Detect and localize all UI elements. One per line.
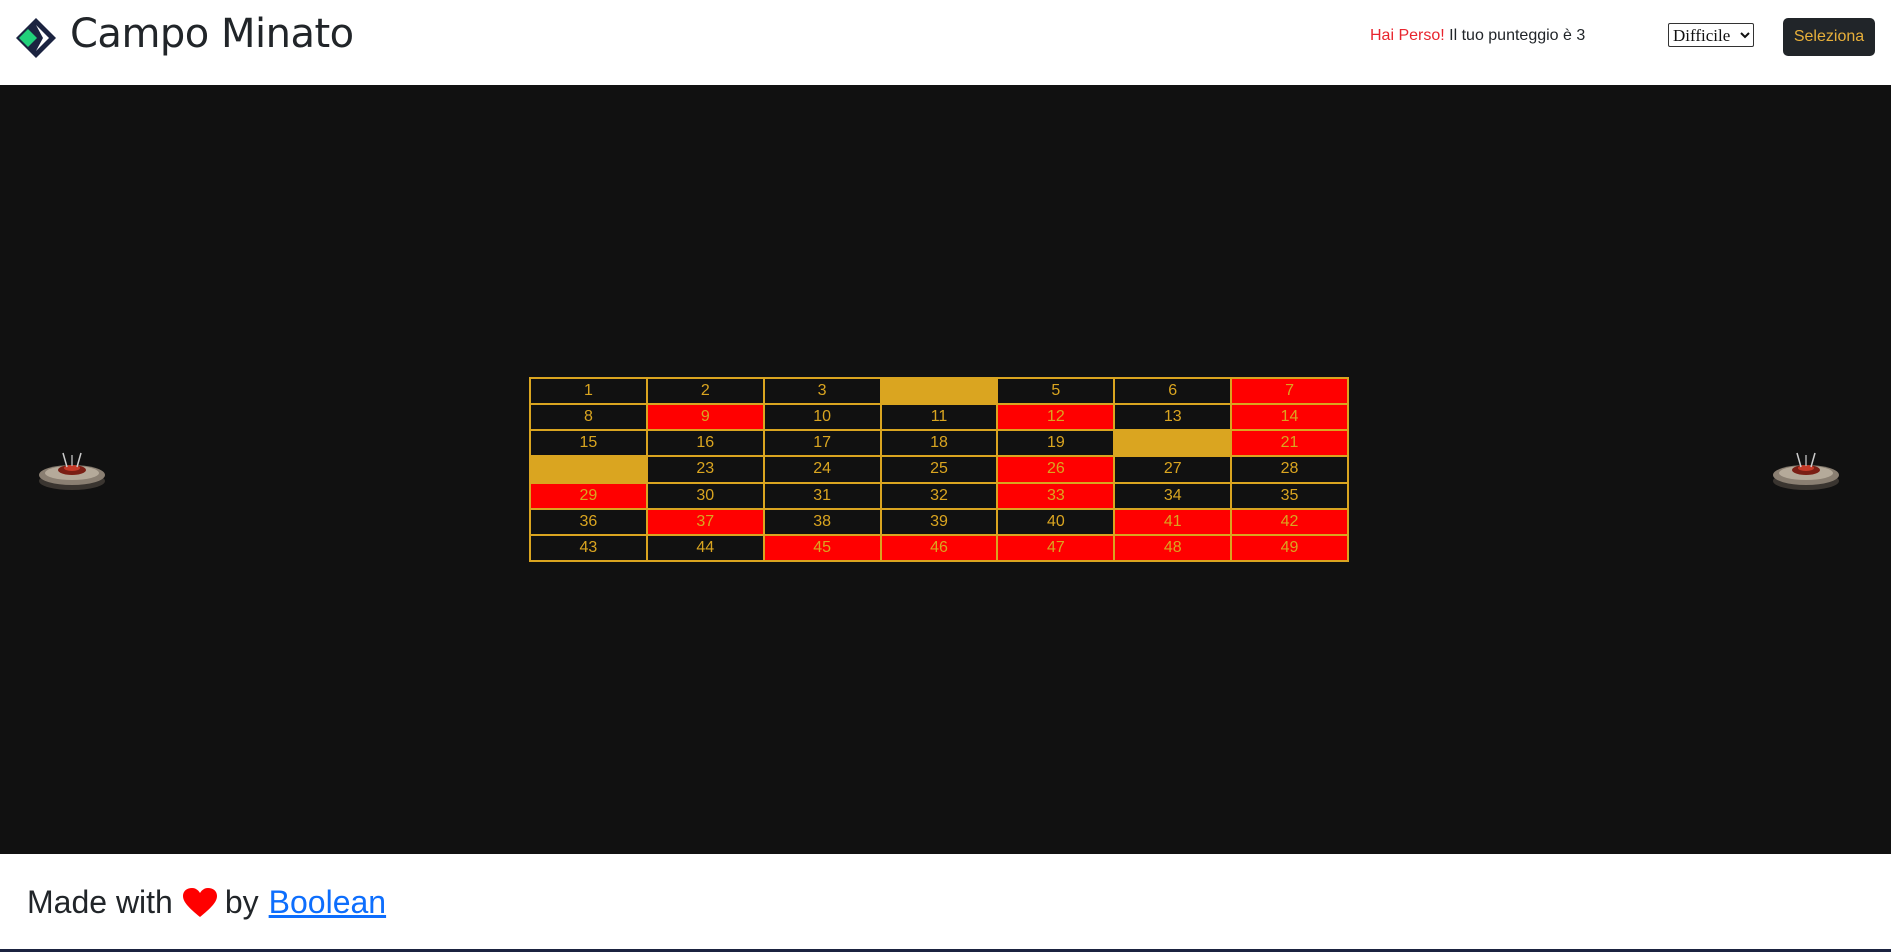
grid-cell[interactable]: 43 xyxy=(530,534,647,561)
grid-cell[interactable]: 14 xyxy=(1231,404,1348,431)
grid-cell[interactable]: 48 xyxy=(1114,534,1232,561)
grid-cell[interactable]: 42 xyxy=(1231,508,1348,535)
grid-cell[interactable]: 12 xyxy=(997,404,1115,431)
grid-cell[interactable]: 11 xyxy=(880,404,998,431)
minefield-grid: 1 2 3 5 6 7 8 9 10 11 12 13 14 15 16 17 18 19 21 23 24 25 26 27… xyxy=(529,377,1349,562)
grid-cell[interactable]: 41 xyxy=(1114,508,1232,535)
grid-cell[interactable] xyxy=(880,378,998,405)
grid-cell[interactable]: 5 xyxy=(997,378,1115,405)
diamond-chevron-logo-icon[interactable] xyxy=(14,16,58,60)
landmine-icon xyxy=(1773,452,1839,490)
grid-cell[interactable]: 7 xyxy=(1231,378,1348,405)
grid-cell[interactable]: 28 xyxy=(1231,456,1348,483)
select-difficulty-button[interactable]: Seleziona xyxy=(1783,18,1875,56)
footer-by: by xyxy=(224,884,259,920)
grid-cell[interactable]: 23 xyxy=(646,456,764,483)
grid-cell[interactable]: 32 xyxy=(880,482,998,509)
footer-credit: Made with by Boolean xyxy=(27,884,386,921)
status-score-text: Il tuo punteggio è 3 xyxy=(1444,27,1586,44)
footer: Made with by Boolean xyxy=(0,854,1891,952)
grid-cell[interactable]: 8 xyxy=(530,404,647,431)
grid-cell[interactable]: 29 xyxy=(530,482,647,509)
grid-cell[interactable]: 24 xyxy=(763,456,881,483)
grid-cell[interactable] xyxy=(530,456,647,483)
grid-cell[interactable]: 36 xyxy=(530,508,647,535)
status-lost-label: Hai Perso! xyxy=(1370,27,1445,44)
boolean-link[interactable]: Boolean xyxy=(269,884,386,921)
game-status: Hai Perso! Il tuo punteggio è 3 xyxy=(1370,27,1585,45)
grid-cell[interactable]: 39 xyxy=(880,508,998,535)
game-board-area: 1 2 3 5 6 7 8 9 10 11 12 13 14 15 16 17 18 19 21 23 24 25 26 27… xyxy=(0,85,1891,854)
grid-cell[interactable]: 2 xyxy=(646,378,764,405)
grid-cell[interactable]: 35 xyxy=(1231,482,1348,509)
grid-cell[interactable]: 6 xyxy=(1114,378,1232,405)
grid-cell[interactable]: 17 xyxy=(763,430,881,457)
grid-cell[interactable]: 16 xyxy=(646,430,764,457)
grid-cell[interactable]: 9 xyxy=(646,404,764,431)
grid-cell[interactable]: 34 xyxy=(1114,482,1232,509)
top-navbar: Campo Minato Hai Perso! Il tuo punteggio… xyxy=(0,0,1891,85)
grid-cell[interactable]: 21 xyxy=(1231,430,1348,457)
heart-icon xyxy=(182,887,217,917)
grid-cell[interactable]: 40 xyxy=(997,508,1115,535)
grid-cell[interactable]: 25 xyxy=(880,456,998,483)
grid-cell[interactable]: 3 xyxy=(763,378,881,405)
grid-cell[interactable]: 46 xyxy=(880,534,998,561)
grid-cell[interactable]: 33 xyxy=(997,482,1115,509)
grid-cell[interactable]: 18 xyxy=(880,430,998,457)
grid-cell[interactable]: 37 xyxy=(646,508,764,535)
page-title: Campo Minato xyxy=(70,11,354,57)
grid-cell[interactable]: 15 xyxy=(530,430,647,457)
grid-cell[interactable]: 47 xyxy=(997,534,1115,561)
grid-cell[interactable]: 13 xyxy=(1114,404,1232,431)
grid-cell[interactable]: 31 xyxy=(763,482,881,509)
grid-cell[interactable]: 38 xyxy=(763,508,881,535)
grid-cell[interactable] xyxy=(1114,430,1232,457)
grid-cell[interactable]: 30 xyxy=(646,482,764,509)
grid-cell[interactable]: 26 xyxy=(997,456,1115,483)
grid-cell[interactable]: 19 xyxy=(997,430,1115,457)
footer-made-with: Made with xyxy=(27,884,173,920)
difficulty-select[interactable]: Difficile xyxy=(1668,23,1754,47)
landmine-icon xyxy=(39,452,105,490)
grid-cell[interactable]: 1 xyxy=(530,378,647,405)
grid-cell[interactable]: 44 xyxy=(646,534,764,561)
grid-cell[interactable]: 27 xyxy=(1114,456,1232,483)
grid-cell[interactable]: 45 xyxy=(763,534,881,561)
grid-cell[interactable]: 10 xyxy=(763,404,881,431)
grid-cell[interactable]: 49 xyxy=(1231,534,1348,561)
